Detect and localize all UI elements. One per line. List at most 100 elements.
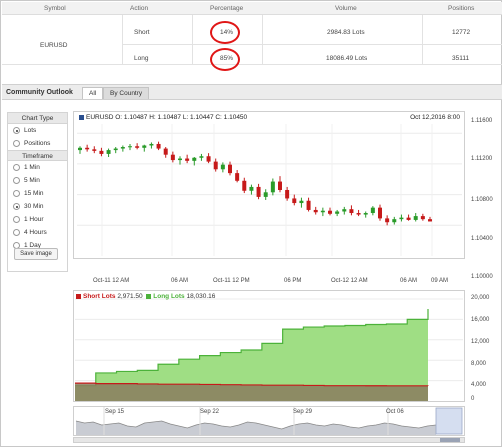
table-header: Symbol Action Percentage Volume Position… [2, 2, 502, 15]
y-tick-label: 1.11600 [471, 118, 493, 124]
radio-icon[interactable] [13, 164, 20, 171]
radio-icon[interactable] [13, 203, 20, 210]
radio-icon[interactable] [13, 127, 20, 134]
candle-body [378, 207, 382, 219]
candle-body [185, 158, 190, 161]
navigator-scrollbar[interactable] [73, 437, 465, 443]
candle-body [228, 164, 232, 174]
divider [192, 15, 193, 64]
candle-body [92, 149, 97, 151]
section-title: Community Outlook [6, 89, 73, 96]
candle-body [306, 200, 311, 210]
y-tick-label: 1.11200 [471, 156, 493, 162]
candle-body [170, 154, 175, 161]
option-label: 1 Hour [24, 216, 44, 223]
col-symbol-header: Symbol [44, 5, 66, 12]
y-tick-label: 16,000 [471, 317, 490, 323]
candle-body [420, 216, 425, 220]
candle-body [235, 173, 240, 181]
short-positions-cell: 12772 [452, 29, 471, 36]
candle-body [335, 211, 340, 214]
candle-body [106, 150, 111, 154]
divider [2, 64, 502, 65]
candle-body [156, 143, 161, 149]
candle-body [278, 181, 282, 190]
lots-chart-panel[interactable] [73, 290, 465, 402]
candle-body [299, 200, 304, 204]
candle-body [113, 148, 118, 151]
chart-type-positions-option[interactable]: Positions [8, 137, 67, 150]
save-image-button[interactable]: Save image [14, 248, 58, 260]
x-tick-label: 06 AM [400, 278, 418, 284]
lots-area-chart [75, 298, 463, 401]
short-percentage-highlight [210, 21, 240, 44]
y-tick-label: 1.10000 [471, 274, 493, 280]
navigator-date-label: Sep 15 [105, 409, 125, 415]
candle-body [206, 156, 211, 162]
candle-body [149, 143, 154, 146]
timeframe-5min-option[interactable]: 5 Min [8, 174, 67, 187]
short-volume-cell: 2984.83 Lots [327, 29, 365, 36]
radio-icon[interactable] [13, 229, 20, 236]
candle-body [263, 192, 268, 197]
col-volume-header: Volume [335, 5, 357, 12]
scrollbar-thumb[interactable] [440, 438, 460, 442]
timeframe-4hours-option[interactable]: 4 Hours [8, 226, 67, 239]
long-percentage-highlight [210, 48, 240, 71]
col-positions-header: Positions [448, 5, 475, 12]
option-label: 30 Min [24, 203, 44, 210]
candle-body [213, 161, 218, 170]
candle-body [285, 190, 290, 199]
short-lots-value: 2,971.50 [117, 293, 143, 300]
x-tick-label: 06 PM [284, 278, 302, 284]
x-tick-label: 09 AM [431, 278, 449, 284]
navigator-date-label: Sep 22 [200, 409, 220, 415]
x-tick-label: Oct-11 12 AM [93, 278, 130, 284]
radio-icon[interactable] [13, 140, 20, 147]
col-percentage-header: Percentage [210, 5, 244, 12]
navigator-panel[interactable] [73, 406, 465, 436]
option-label: 4 Hours [24, 229, 47, 236]
radio-icon[interactable] [13, 190, 20, 197]
tab-all[interactable]: All [82, 87, 104, 99]
navigator-date-label: Sep 29 [293, 409, 313, 415]
navigator-date-label: Oct 06 [386, 409, 404, 415]
y-tick-label: 1.10400 [471, 236, 493, 242]
chart-type-lots-option[interactable]: Lots [8, 124, 67, 137]
candle-body [428, 219, 432, 222]
candle-body [256, 186, 261, 197]
candle-body [313, 209, 318, 213]
long-lots-value: 18,030.16 [186, 293, 216, 300]
candle-body [163, 148, 168, 155]
y-tick-label: 1.10800 [471, 197, 493, 203]
divider [422, 15, 423, 64]
y-tick-label: 4,000 [471, 382, 487, 388]
tab-by-country[interactable]: By Country [103, 87, 150, 99]
price-chart-panel[interactable]: EURUSD O: 1.10487 H: 1.10487 L: 1.10447 … [73, 111, 465, 259]
y-tick-label: 20,000 [471, 295, 490, 301]
timeframe-1hour-option[interactable]: 1 Hour [8, 213, 67, 226]
option-label: 15 Min [24, 190, 44, 197]
candle-body [120, 147, 125, 149]
candle-body [320, 210, 325, 213]
candlestick-chart [77, 124, 462, 256]
divider [262, 15, 263, 64]
radio-icon[interactable] [13, 216, 20, 223]
timeframe-15min-option[interactable]: 15 Min [8, 187, 67, 200]
lots-legend: Short Lots 2,971.50 Long Lots 18,030.16 [76, 293, 215, 300]
candle-body [142, 145, 147, 148]
long-lots-label: Long Lots [153, 293, 185, 300]
candle-body [78, 147, 82, 151]
candle-body [392, 219, 397, 223]
timeframe-1min-option[interactable]: 1 Min [8, 161, 67, 174]
candle-body [349, 209, 354, 214]
divider [122, 15, 123, 64]
candle-body [406, 217, 411, 220]
x-tick-label: 06 AM [171, 278, 189, 284]
timeframe-30min-option[interactable]: 30 Min [8, 200, 67, 213]
radio-icon[interactable] [13, 177, 20, 184]
candle-body [192, 157, 197, 161]
candle-body [292, 198, 297, 204]
candle-body [413, 216, 418, 220]
candle-body [270, 181, 275, 193]
